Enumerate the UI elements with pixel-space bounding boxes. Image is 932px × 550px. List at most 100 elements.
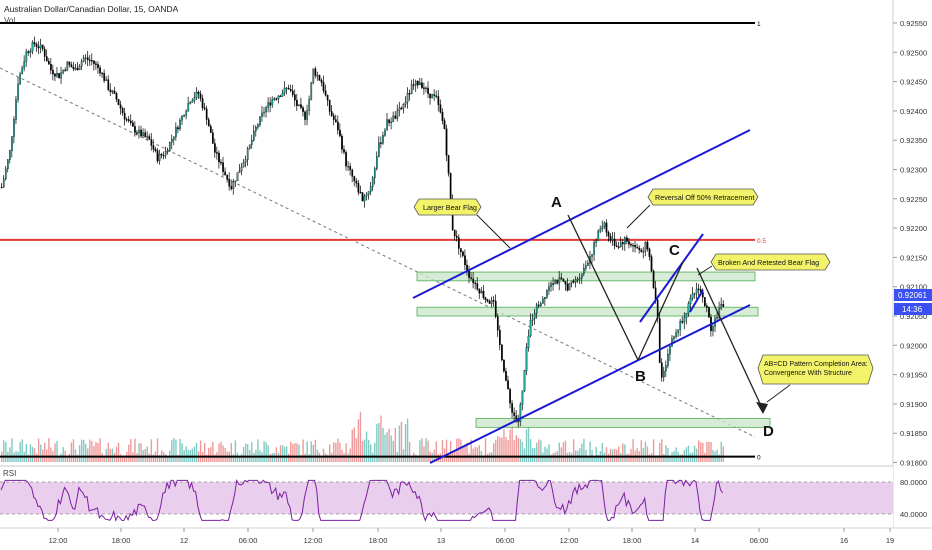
candle-body — [279, 95, 282, 98]
candle-body — [453, 229, 456, 237]
candle-body — [503, 359, 505, 372]
volume-bar — [710, 442, 712, 462]
volume-bar — [31, 447, 34, 462]
candle-body — [324, 90, 327, 96]
volume-bar — [419, 440, 421, 462]
candle-body — [513, 412, 516, 416]
volume-bar — [322, 448, 325, 462]
volume-bar — [367, 439, 370, 462]
volume-bar — [105, 448, 107, 462]
candle-body — [23, 61, 26, 69]
x-tick-label: 12:00 — [304, 536, 323, 545]
rsi-pane: 80.0000 40.0000 — [0, 478, 927, 522]
candle-body — [431, 94, 434, 99]
callout-larger-bear-flag[interactable]: Larger Bear Flag — [413, 198, 482, 216]
candle-body — [486, 299, 489, 302]
candle-body — [152, 145, 155, 150]
candle-body — [505, 371, 507, 381]
volume-bar — [363, 439, 366, 462]
volume-bar — [458, 438, 460, 462]
volume-bar — [390, 435, 392, 462]
callout-abcd[interactable]: AB=CD Pattern Completion Area: Convergen… — [757, 354, 874, 385]
candle-body — [447, 155, 450, 174]
candle-body — [585, 265, 587, 269]
volume-bar — [337, 438, 339, 462]
candle-body — [277, 95, 280, 99]
volume-bar — [534, 447, 536, 462]
volume-bar — [68, 454, 71, 462]
candle-body — [427, 87, 429, 94]
candle-body — [464, 255, 466, 266]
rsi-level-label: 80.0000 — [900, 478, 927, 487]
candle-body — [84, 57, 87, 59]
volume-bar — [50, 447, 52, 462]
candle-body — [82, 57, 85, 62]
candle-body — [207, 119, 210, 127]
volume-bar — [374, 442, 376, 462]
candle-body — [357, 183, 360, 193]
candle-body — [482, 290, 485, 298]
rsi-level-label: 40.0000 — [900, 510, 927, 519]
candle-body — [416, 81, 419, 86]
candle-body — [68, 61, 71, 65]
volume-bar — [722, 446, 724, 462]
volume-bar — [87, 448, 89, 462]
x-tick-label: 12 — [180, 536, 188, 545]
point-c-label: C — [669, 242, 680, 259]
candle-body — [257, 124, 259, 128]
volume-bar — [21, 439, 23, 462]
candle-body — [41, 44, 44, 50]
candle-body — [720, 304, 723, 309]
volume-bar — [562, 442, 565, 462]
candle-body — [669, 345, 671, 355]
volume-bar — [595, 446, 597, 462]
x-tick-label: 16 — [840, 536, 848, 545]
candle-body — [679, 321, 682, 330]
volume-bar — [667, 447, 669, 462]
volume-bar — [521, 442, 524, 462]
volume-bar — [515, 435, 517, 462]
volume-bar — [706, 441, 708, 462]
candle-body — [179, 120, 181, 130]
volume-bar — [33, 448, 36, 462]
candle-body — [316, 75, 319, 77]
countdown-text: 14:36 — [902, 305, 923, 314]
candle-body — [421, 82, 423, 88]
candle-body — [7, 159, 9, 170]
chart-canvas[interactable]: Australian Dollar/Canadian Dollar, 15, O… — [0, 0, 932, 550]
candle-body — [365, 194, 368, 197]
volume-bar — [5, 441, 7, 462]
volume-bar — [560, 447, 563, 462]
volume-bar — [39, 444, 42, 462]
callout-broken-flag[interactable]: Broken And Retested Bear Flag — [710, 253, 831, 271]
candle-body — [369, 186, 372, 192]
candle-body — [572, 280, 575, 283]
candle-body — [525, 347, 528, 371]
candle-body — [552, 283, 555, 285]
level-label: 1 — [757, 21, 761, 28]
candle-body — [45, 56, 48, 62]
volume-bar — [115, 446, 118, 462]
candle-body — [498, 330, 501, 346]
volume-bar — [279, 445, 282, 462]
candle-body — [515, 415, 518, 420]
candle-body — [187, 103, 190, 112]
volume-bar — [445, 439, 448, 462]
candle-body — [652, 270, 655, 289]
candle-body — [101, 72, 103, 75]
volume-bar — [298, 444, 300, 462]
volume-bar — [173, 438, 175, 462]
volume-bar — [203, 442, 206, 462]
callout-reversal[interactable]: Reversal Off 50% Retracement — [647, 188, 759, 206]
volume-bar — [613, 449, 616, 462]
candle-body — [220, 161, 222, 164]
candle-body — [150, 139, 153, 146]
volume-bar — [288, 453, 290, 462]
candle-body — [283, 87, 286, 94]
candle-body — [693, 293, 696, 295]
candle-body — [443, 120, 446, 129]
candle-body — [650, 256, 653, 272]
candle-body — [275, 98, 278, 100]
volume-bar — [35, 453, 38, 462]
candle-body — [406, 93, 409, 103]
